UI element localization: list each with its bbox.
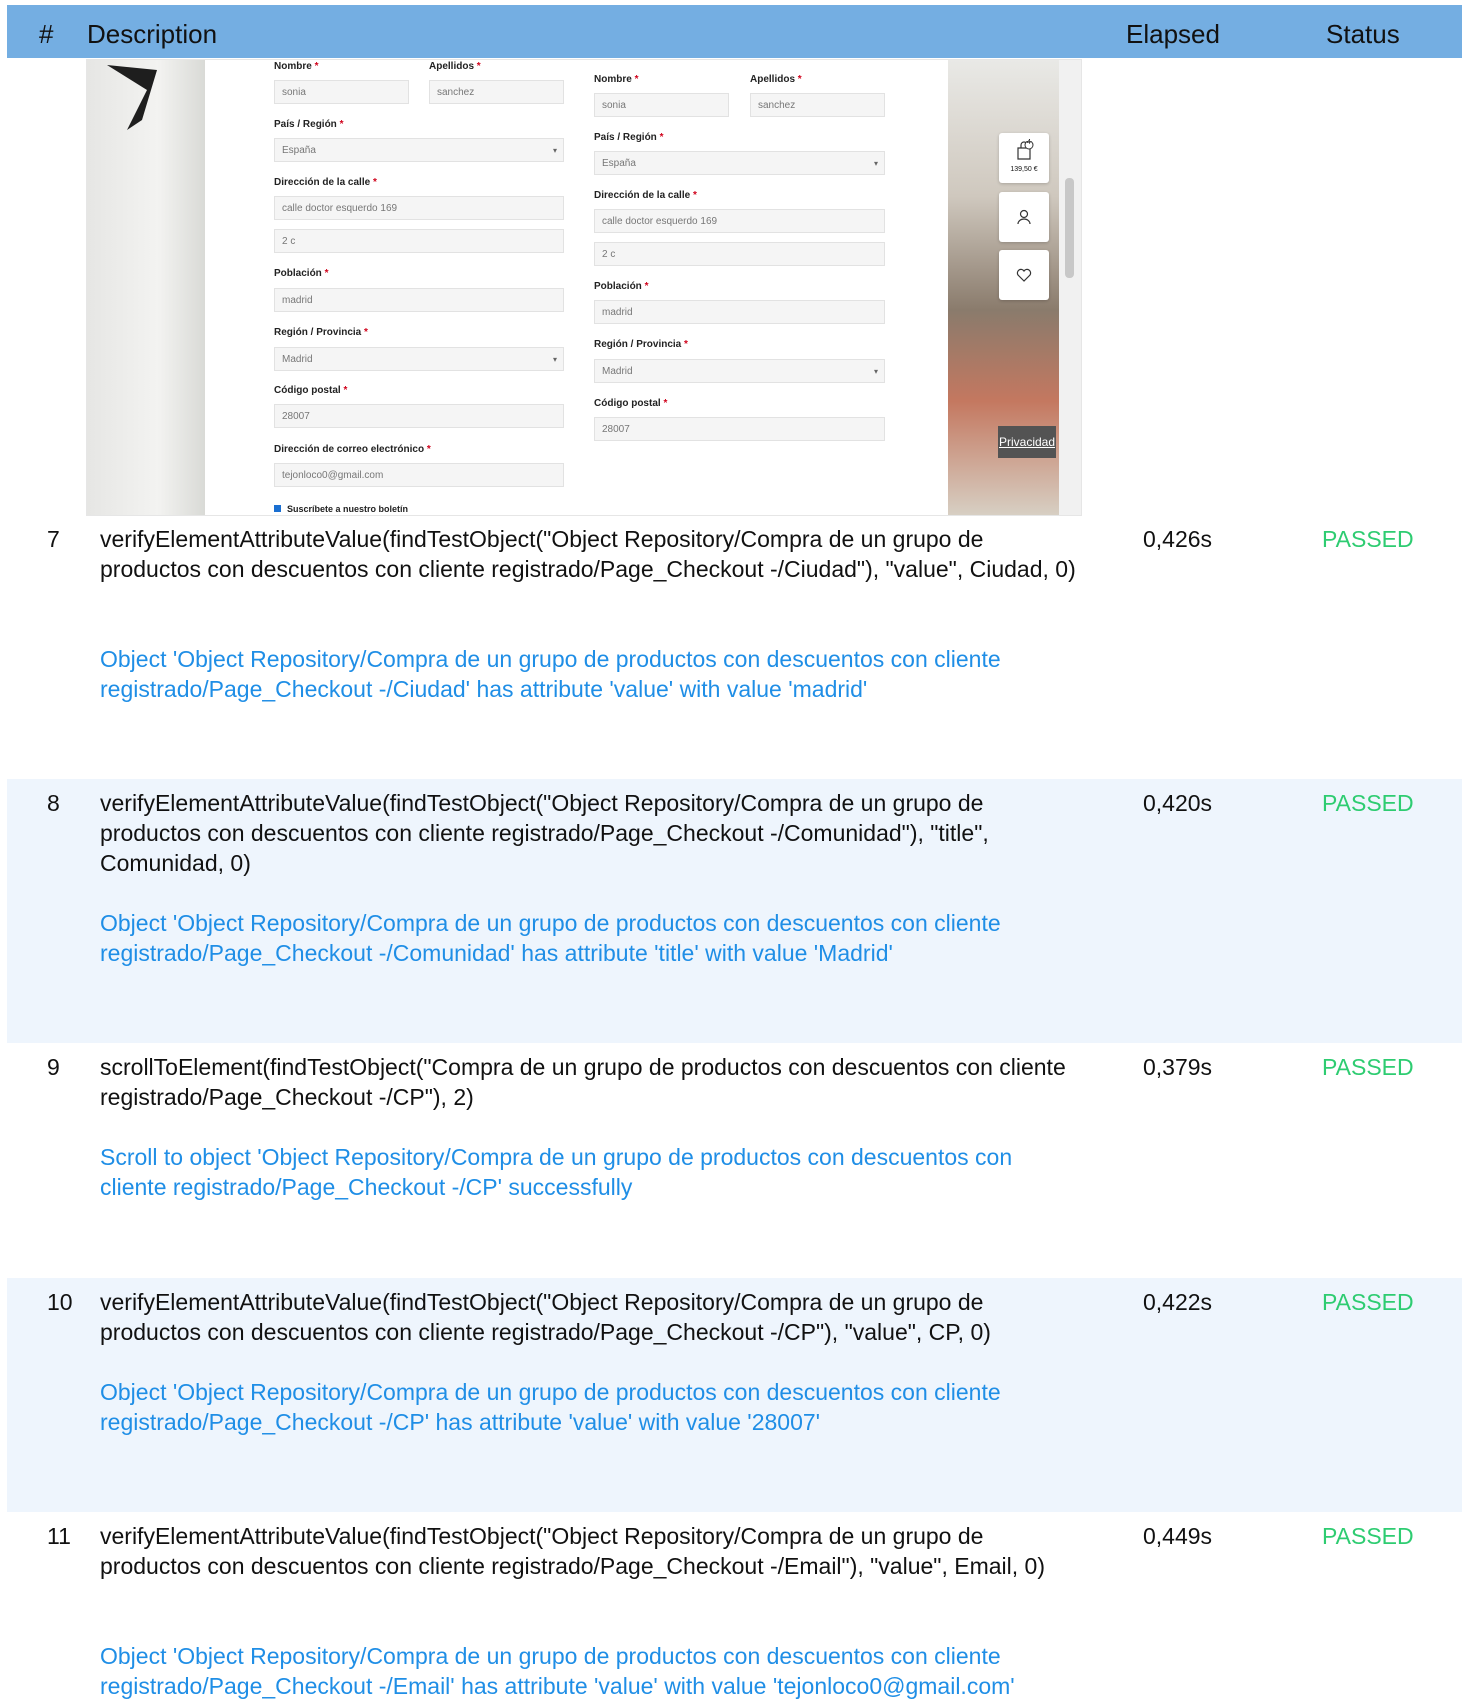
step-description: verifyElementAttributeValue(findTestObje…	[100, 526, 1076, 582]
status-badge: PASSED	[1322, 790, 1414, 816]
step-number: 8	[47, 790, 60, 816]
table-row: 8 verifyElementAttributeValue(findTestOb…	[7, 779, 1462, 1043]
step-message: Object 'Object Repository/Compra de un g…	[100, 1643, 1015, 1699]
step-elapsed: 0,449s	[1143, 1523, 1213, 1549]
direccion-field[interactable]: calle doctor esquerdo 169	[274, 196, 564, 220]
direccion-field-b[interactable]: calle doctor esquerdo 169	[594, 209, 885, 233]
direccion2-field[interactable]: 2 c	[274, 229, 564, 253]
cp-field[interactable]: 28007	[274, 404, 564, 428]
region-select-b[interactable]: Madrid ▾	[594, 359, 885, 383]
apellidos-field[interactable]: sanchez	[429, 80, 564, 104]
scrollbar-thumb[interactable]	[1065, 178, 1074, 278]
step-elapsed: 0,420s	[1143, 790, 1213, 816]
nombre-field[interactable]: sonia	[274, 80, 409, 104]
cart-button[interactable]: 4 139,50 €	[999, 133, 1049, 183]
step-message: Object 'Object Repository/Compra de un g…	[100, 910, 1001, 966]
header-elapsed: Elapsed	[1126, 19, 1220, 49]
cp-field-b[interactable]: 28007	[594, 417, 885, 441]
apellidos-field-b[interactable]: sanchez	[750, 93, 885, 117]
step-number: 11	[47, 1523, 71, 1549]
label-nombre: Nombre	[274, 61, 312, 72]
table-row: 10 verifyElementAttributeValue(findTestO…	[7, 1278, 1462, 1512]
pais-select-b[interactable]: España ▾	[594, 151, 885, 175]
newsletter-checkbox[interactable]	[274, 505, 281, 512]
table-header: # Description Elapsed Status	[7, 5, 1462, 58]
region-select[interactable]: Madrid ▾	[274, 347, 564, 371]
table-row: 9 scrollToElement(findTestObject("Compra…	[7, 1043, 1462, 1278]
email-field[interactable]: tejonloco0@gmail.com	[274, 463, 564, 487]
status-badge: PASSED	[1322, 1289, 1414, 1315]
step-description: verifyElementAttributeValue(findTestObje…	[100, 1523, 1045, 1579]
privacy-link[interactable]: Privacidad	[998, 426, 1056, 458]
account-button[interactable]	[999, 192, 1049, 242]
header-num: #	[39, 19, 54, 49]
status-badge: PASSED	[1322, 1523, 1414, 1549]
step-message: Scroll to object 'Object Repository/Comp…	[100, 1144, 1013, 1200]
table-row: 11 verifyElementAttributeValue(findTestO…	[7, 1512, 1462, 1699]
status-badge: PASSED	[1322, 1054, 1414, 1080]
cart-total: 139,50 €	[1010, 166, 1038, 173]
left-artwork	[87, 60, 205, 515]
step-elapsed: 0,426s	[1143, 526, 1213, 552]
status-badge: PASSED	[1322, 526, 1414, 552]
step-number: 9	[47, 1054, 60, 1080]
scrollbar[interactable]	[1059, 60, 1081, 515]
wishlist-button[interactable]	[999, 250, 1049, 300]
user-icon	[1017, 209, 1031, 225]
step-message: Object 'Object Repository/Compra de un g…	[100, 1379, 1001, 1435]
artwork-brush-icon	[107, 65, 157, 130]
step-number: 7	[47, 526, 60, 552]
header-description: Description	[87, 19, 218, 49]
direccion2-field-b[interactable]: 2 c	[594, 242, 885, 266]
step-number: 10	[47, 1289, 73, 1315]
poblacion-field-b[interactable]: madrid	[594, 300, 885, 324]
label-apellidos: Apellidos	[429, 61, 475, 72]
heart-icon	[1016, 268, 1032, 282]
nombre-field-b[interactable]: sonia	[594, 93, 729, 117]
cart-count: 4	[1027, 139, 1031, 146]
table-row: 7 verifyElementAttributeValue(findTestOb…	[7, 515, 1462, 779]
step-description: verifyElementAttributeValue(findTestObje…	[100, 790, 989, 876]
step-elapsed: 0,422s	[1143, 1289, 1213, 1315]
bag-icon	[1017, 140, 1034, 160]
poblacion-field[interactable]: madrid	[274, 288, 564, 312]
step-description: scrollToElement(findTestObject("Compra d…	[100, 1054, 1066, 1110]
step-message: Object 'Object Repository/Compra de un g…	[100, 646, 1001, 702]
step-elapsed: 0,379s	[1143, 1054, 1213, 1080]
pais-select[interactable]: España ▾	[274, 138, 564, 162]
step-description: verifyElementAttributeValue(findTestObje…	[100, 1289, 991, 1345]
step-screenshot: Nombre * Apellidos * sonia sanchez País …	[86, 59, 1082, 516]
header-status: Status	[1326, 19, 1400, 49]
